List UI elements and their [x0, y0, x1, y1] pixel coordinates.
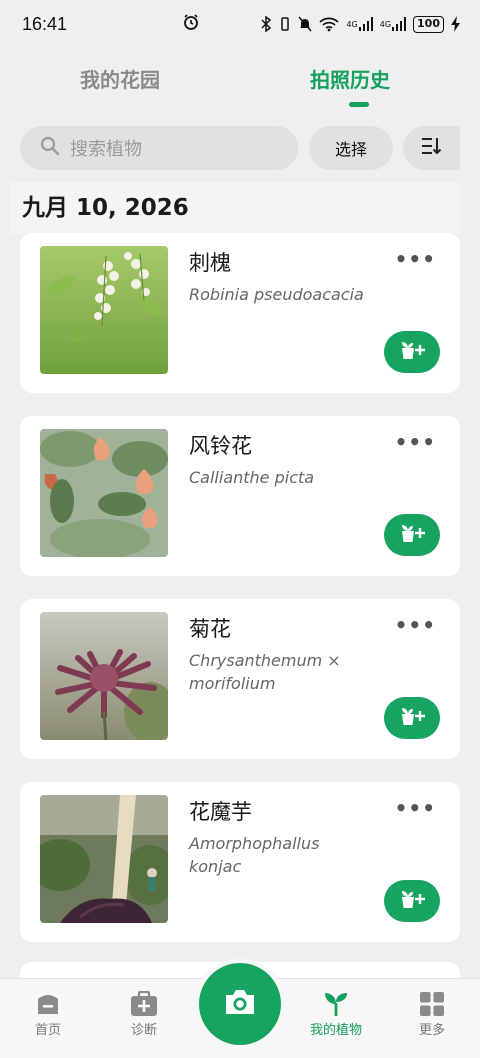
signal-icon-2: 4G [379, 17, 407, 31]
active-tab-indicator [349, 102, 369, 107]
battery-indicator: 100 [413, 15, 444, 33]
plant-card[interactable]: 刺槐 Robinia pseudoacacia ••• [20, 233, 460, 393]
add-to-garden-button[interactable] [384, 331, 440, 373]
camera-button[interactable] [199, 963, 281, 1045]
nav-home-label: 首页 [34, 1023, 61, 1038]
plant-add-icon [399, 339, 425, 365]
search-input[interactable]: 搜索植物 [20, 126, 298, 170]
plant-scientific-name: Callianthe picta [189, 468, 315, 487]
sort-button[interactable] [403, 126, 460, 170]
bluetooth-icon [261, 16, 272, 32]
signal-icon-1: 4G [346, 17, 373, 31]
plant-thumbnail[interactable] [40, 429, 168, 557]
nav-diagnosis-label: 诊断 [130, 1023, 157, 1038]
plant-add-icon [399, 705, 425, 731]
diagnosis-icon [104, 989, 184, 1019]
camera-icon [223, 988, 257, 1020]
plant-scientific-name: Amorphophallus konjac [189, 834, 320, 876]
charging-icon [451, 16, 460, 32]
plant-add-icon [399, 888, 425, 914]
home-icon [8, 989, 88, 1019]
plant-card[interactable]: 花魔芋 Amorphophallus konjac ••• [20, 782, 460, 942]
plant-card[interactable]: 菊花 Chrysanthemum × morifolium ••• [20, 599, 460, 759]
more-options-button[interactable]: ••• [395, 796, 436, 820]
nav-diagnosis[interactable]: 诊断 [104, 989, 184, 1038]
status-time: 16:41 [22, 13, 68, 34]
plant-name: 菊花 [189, 617, 231, 641]
alarm-icon [183, 14, 199, 34]
search-row: 搜索植物 选择 [20, 126, 460, 170]
nav-more-label: 更多 [418, 1023, 445, 1038]
plant-scientific-name: Chrysanthemum × morifolium [189, 651, 341, 693]
plant-name: 风铃花 [189, 434, 252, 458]
search-placeholder: 搜索植物 [70, 139, 142, 160]
nav-home[interactable]: 首页 [8, 989, 88, 1038]
sprout-icon [296, 989, 376, 1019]
nav-my-plants-label: 我的植物 [309, 1023, 362, 1038]
more-options-button[interactable]: ••• [395, 613, 436, 637]
tab-my-garden[interactable]: 我的花园 [80, 64, 160, 93]
plant-name: 花魔芋 [189, 800, 252, 824]
plant-scientific-name: Robinia pseudoacacia [189, 285, 364, 304]
nav-my-plants[interactable]: 我的植物 [296, 989, 376, 1038]
signal-label-1: 4G [346, 19, 358, 29]
plant-add-icon [399, 522, 425, 548]
status-icons: 4G 4G 100 [261, 15, 460, 33]
add-to-garden-button[interactable] [384, 880, 440, 922]
plant-card[interactable]: 风铃花 Callianthe picta ••• [20, 416, 460, 576]
vibrate-icon [279, 16, 291, 32]
plant-thumbnail[interactable] [40, 246, 168, 374]
plant-thumbnail[interactable] [40, 612, 168, 740]
add-to-garden-button[interactable] [384, 514, 440, 556]
signal-label-2: 4G [379, 19, 392, 29]
search-icon [40, 136, 70, 161]
top-tabs: 我的花园 拍照历史 [0, 52, 480, 110]
nav-more[interactable]: 更多 [392, 989, 472, 1038]
plant-name: 刺槐 [189, 251, 231, 275]
mute-icon [298, 16, 313, 32]
date-header: 九月 10, 2026 [10, 182, 460, 234]
more-options-button[interactable]: ••• [395, 430, 436, 454]
sort-icon [421, 136, 443, 160]
status-bar: 16:41 4G 4G 100 [0, 0, 480, 48]
wifi-icon [319, 16, 340, 32]
plant-thumbnail[interactable] [40, 795, 168, 923]
grid-icon [392, 989, 472, 1019]
tab-photo-history[interactable]: 拍照历史 [310, 64, 390, 93]
add-to-garden-button[interactable] [384, 697, 440, 739]
select-button[interactable]: 选择 [309, 126, 393, 170]
more-options-button[interactable]: ••• [395, 247, 436, 271]
